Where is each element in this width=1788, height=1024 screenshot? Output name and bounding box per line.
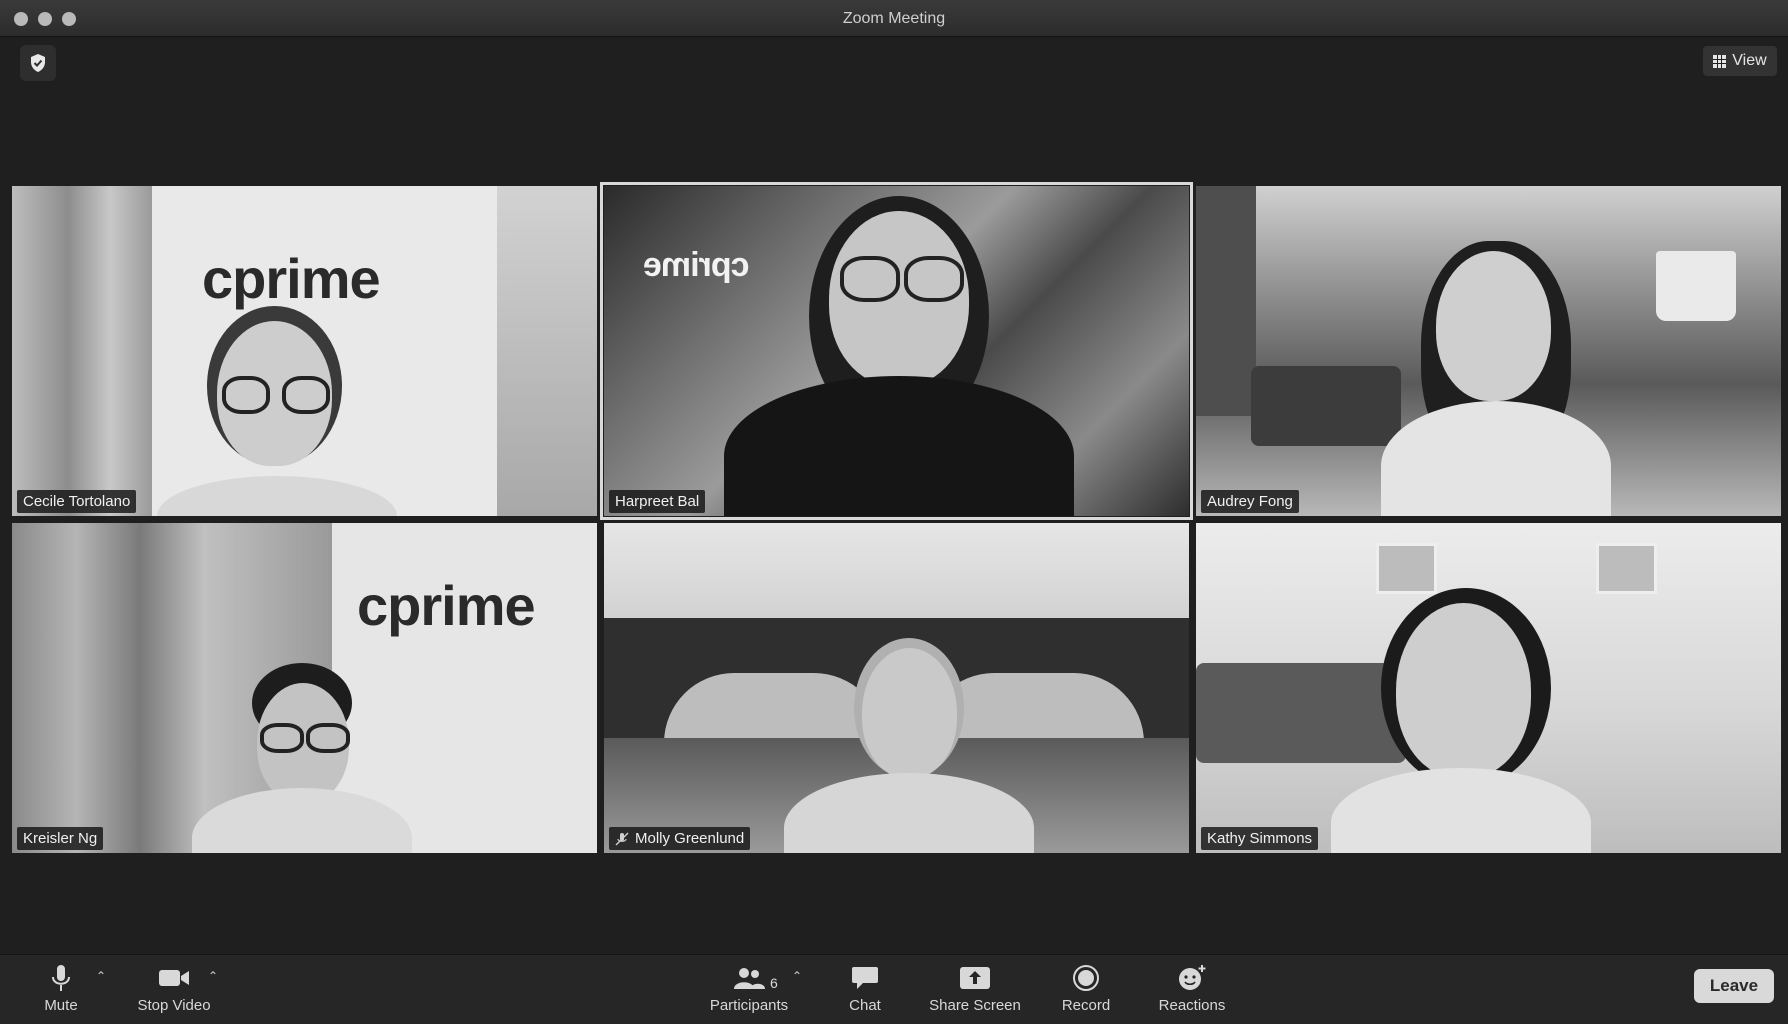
window-frame [1376, 543, 1437, 594]
video-tile-cecile[interactable]: cprime Cecile Tortolano [12, 186, 597, 516]
window-frame [1596, 543, 1657, 594]
cprime-logo: cprime [357, 574, 536, 637]
participant-name-tag: Audrey Fong [1201, 490, 1299, 513]
grid-icon [1713, 54, 1727, 68]
mute-button[interactable]: Mute [30, 963, 92, 1019]
share-screen-button[interactable]: Share Screen [924, 963, 1026, 1019]
chat-button[interactable]: Chat [840, 963, 890, 1019]
lamp-shade [1656, 251, 1736, 321]
participants-options-caret[interactable]: ⌃ [792, 969, 802, 983]
sofa [1196, 663, 1406, 763]
participants-icon [734, 968, 765, 989]
share-screen-icon [960, 967, 990, 989]
participant-name-tag: Kathy Simmons [1201, 827, 1319, 850]
security-shield-button[interactable] [20, 45, 56, 81]
mic-muted-icon [615, 832, 629, 845]
window-title: Zoom Meeting [842, 10, 946, 27]
sky-background [604, 523, 1189, 633]
participant-name-tag: Molly Greenlund [609, 827, 751, 850]
bridge-arch [664, 673, 884, 743]
record-icon [1073, 965, 1099, 991]
participant-name-tag: Kreisler Ng [17, 827, 104, 850]
microphone-icon [52, 965, 70, 991]
shield-icon [31, 54, 45, 72]
video-tile-kathy[interactable]: Kathy Simmons [1196, 523, 1781, 853]
sofa [1251, 366, 1401, 446]
reactions-button[interactable]: Reactions [1154, 963, 1230, 1019]
chat-bubble-icon [852, 967, 878, 989]
video-tile-kreisler[interactable]: cprime Kreisler Ng [12, 523, 597, 853]
zoom-window: Zoom Meeting View cprime Cecile Tortolan… [0, 0, 1788, 1024]
view-button[interactable]: View [1703, 46, 1777, 76]
person-face [862, 648, 957, 778]
cprime-logo: cprime [202, 247, 381, 310]
stone-pillar [1196, 186, 1256, 416]
mute-options-caret[interactable]: ⌃ [96, 969, 106, 983]
meeting-toolbar: Mute ⌃ Stop Video ⌃ 6 Participants ⌃ Cha… [0, 954, 1788, 1024]
stop-video-button[interactable]: Stop Video [130, 963, 218, 1019]
participants-count: 6 [770, 975, 778, 991]
record-button[interactable]: Record [1058, 963, 1114, 1019]
video-options-caret[interactable]: ⌃ [208, 969, 218, 983]
video-tile-molly[interactable]: Molly Greenlund [604, 523, 1189, 853]
view-label: View [1732, 52, 1767, 69]
participant-name-tag: Cecile Tortolano [17, 490, 137, 513]
emoji-add-icon [1179, 965, 1206, 990]
leave-meeting-button[interactable]: Leave [1694, 969, 1774, 1003]
video-tile-harpreet[interactable]: cprime Harpreet Bal [600, 182, 1193, 520]
office-glass [497, 186, 597, 516]
person-face [1436, 251, 1551, 401]
participants-button[interactable]: 6 Participants [700, 963, 798, 1019]
participant-name-tag: Harpreet Bal [609, 490, 706, 513]
video-camera-icon [159, 970, 189, 986]
cprime-logo-mirrored: cprime [644, 246, 750, 284]
video-tile-audrey[interactable]: Audrey Fong [1196, 186, 1781, 516]
wood-panel [12, 186, 152, 516]
person-face [1396, 603, 1531, 778]
person-body [157, 476, 397, 516]
title-bar: Zoom Meeting [0, 0, 1788, 37]
